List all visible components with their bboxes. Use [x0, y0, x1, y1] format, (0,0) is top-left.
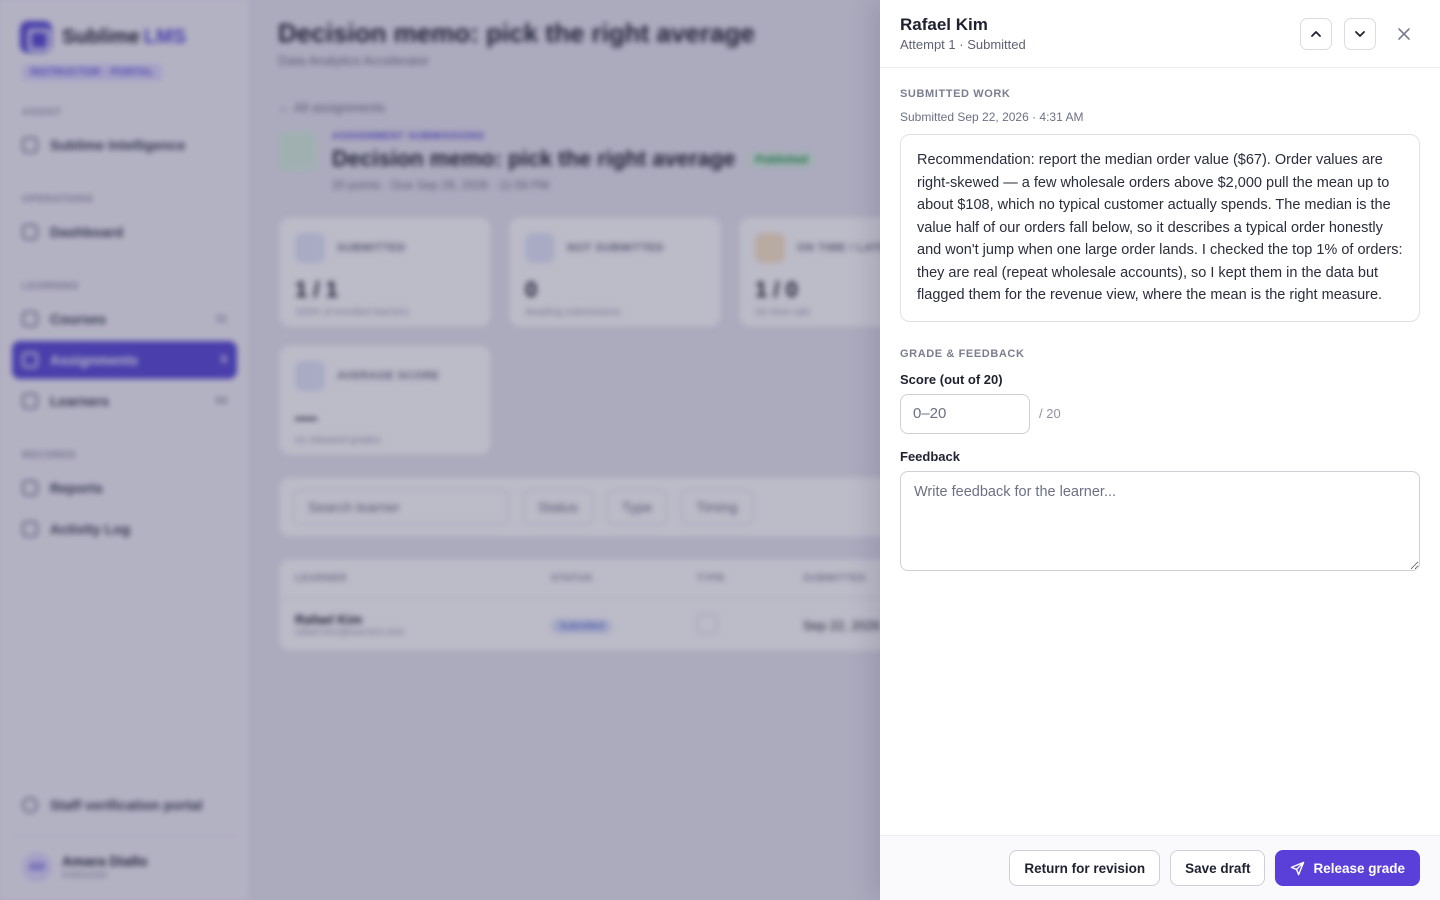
send-icon	[1291, 861, 1305, 875]
grading-drawer: Rafael Kim Attempt 1 · Submitted SUBMITT…	[880, 0, 1440, 900]
drawer-body: SUBMITTED WORK Submitted Sep 22, 2026 · …	[880, 68, 1440, 835]
submitted-work-label: SUBMITTED WORK	[900, 88, 1011, 100]
score-input[interactable]	[900, 393, 1030, 434]
submitted-timestamp: Submitted Sep 22, 2026 · 4:31 AM	[900, 110, 1084, 124]
return-for-revision-button[interactable]: Return for revision	[1009, 850, 1161, 886]
chevron-down-icon	[1355, 30, 1365, 37]
save-draft-button[interactable]: Save draft	[1170, 850, 1266, 886]
drawer-header: Rafael Kim Attempt 1 · Submitted	[880, 0, 1440, 68]
previous-learner-button[interactable]	[1300, 17, 1332, 50]
grade-feedback-label: GRADE & FEEDBACK	[900, 347, 1025, 360]
score-max: / 20	[1039, 406, 1061, 421]
score-row: / 20	[900, 393, 1420, 434]
feedback-textarea[interactable]	[900, 470, 1420, 571]
feedback-label: Feedback	[900, 448, 960, 464]
chevron-up-icon	[1311, 30, 1321, 37]
next-learner-button[interactable]	[1344, 17, 1376, 50]
release-grade-button[interactable]: Release grade	[1275, 850, 1420, 886]
close-drawer-button[interactable]	[1388, 18, 1420, 50]
submission-text: Recommendation: report the median order …	[900, 134, 1420, 322]
learner-name: Rafael Kim	[900, 15, 988, 34]
score-label: Score (out of 20)	[900, 371, 1003, 387]
drawer-footer: Return for revision Save draft Release g…	[880, 835, 1440, 900]
close-icon	[1398, 27, 1410, 40]
attempt-status: Attempt 1 · Submitted	[900, 37, 1026, 52]
